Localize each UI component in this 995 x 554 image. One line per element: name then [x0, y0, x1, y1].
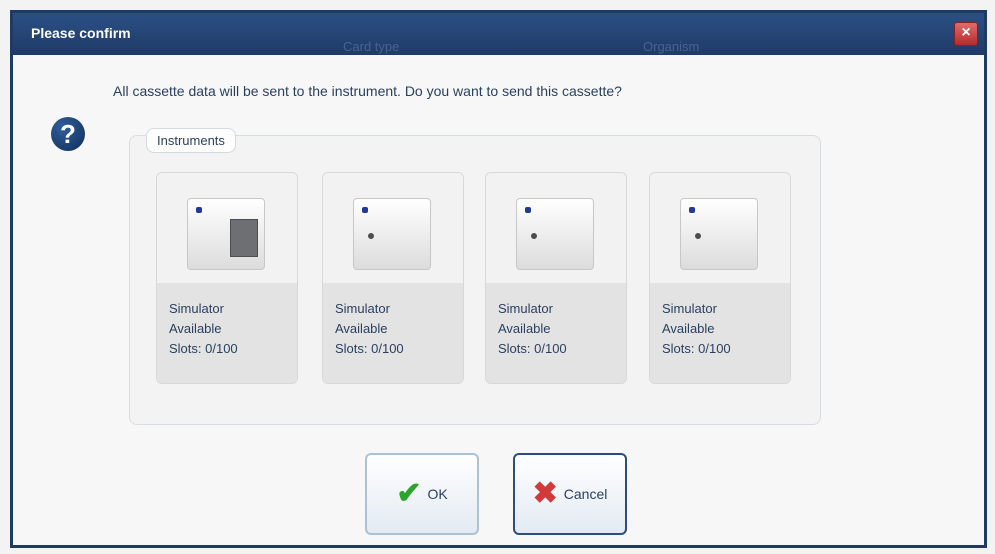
confirmation-message: All cassette data will be sent to the in… [113, 83, 622, 99]
instruments-group: Instruments Simulator Available Slots: 0… [129, 128, 821, 425]
instrument-info: Simulator Available Slots: 0/100 [486, 283, 626, 383]
instrument-name: Simulator [169, 301, 224, 316]
instrument-image [157, 173, 297, 283]
instrument-slots: Slots: 0/100 [498, 341, 567, 356]
instrument-image [323, 173, 463, 283]
instrument-status: Available [335, 321, 388, 336]
instrument-slots: Slots: 0/100 [662, 341, 731, 356]
confirm-dialog: Please confirm Card type Organism × All … [10, 10, 987, 548]
instrument-status: Available [169, 321, 222, 336]
titlebar: Please confirm Card type Organism × [13, 13, 984, 55]
cancel-button[interactable]: ✖ Cancel [513, 453, 627, 535]
instrument-card[interactable]: Simulator Available Slots: 0/100 [156, 172, 298, 384]
ok-button-label: OK [427, 486, 448, 502]
instrument-info: Simulator Available Slots: 0/100 [323, 283, 463, 383]
background-column-label-card-type: Card type [343, 39, 400, 54]
instruments-group-label: Instruments [146, 128, 236, 153]
ok-button[interactable]: ✔ OK [365, 453, 479, 535]
cancel-x-icon: ✖ [532, 477, 558, 510]
instrument-card[interactable]: Simulator Available Slots: 0/100 [485, 172, 627, 384]
instrument-slots: Slots: 0/100 [169, 341, 238, 356]
instrument-info: Simulator Available Slots: 0/100 [157, 283, 297, 383]
instrument-card[interactable]: Simulator Available Slots: 0/100 [322, 172, 464, 384]
instrument-name: Simulator [498, 301, 553, 316]
instrument-image [486, 173, 626, 283]
background-column-label-organism: Organism [643, 39, 700, 54]
instrument-image [650, 173, 790, 283]
instrument-card[interactable]: Simulator Available Slots: 0/100 [649, 172, 791, 384]
close-button[interactable]: × [954, 22, 978, 46]
question-icon: ? [51, 117, 85, 151]
cancel-button-label: Cancel [563, 486, 608, 502]
instrument-slots: Slots: 0/100 [335, 341, 404, 356]
instrument-status: Available [662, 321, 715, 336]
instrument-status: Available [498, 321, 551, 336]
instrument-info: Simulator Available Slots: 0/100 [650, 283, 790, 383]
instrument-name: Simulator [662, 301, 717, 316]
checkmark-icon: ✔ [396, 477, 422, 510]
close-icon: × [961, 24, 971, 41]
dialog-title: Please confirm [31, 25, 131, 41]
instrument-name: Simulator [335, 301, 390, 316]
